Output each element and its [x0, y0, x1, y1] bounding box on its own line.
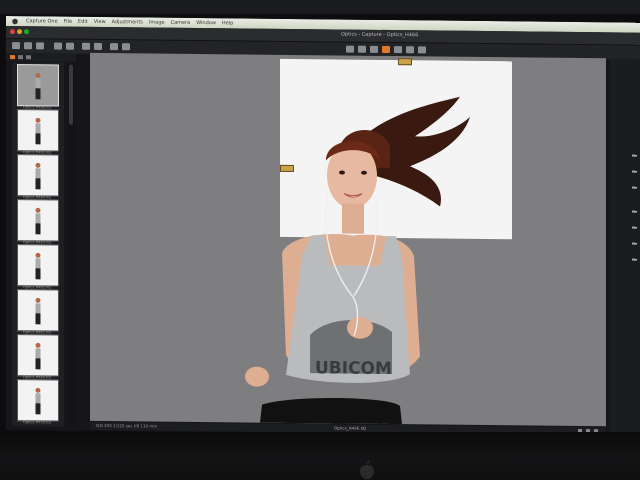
- panel-handle-icon[interactable]: [632, 170, 637, 173]
- picker-tool-icon[interactable]: [394, 46, 402, 54]
- camera-icon[interactable]: [24, 42, 32, 50]
- monitor-bezel-top: [0, 0, 640, 14]
- zoom-window-button[interactable]: [24, 29, 29, 35]
- thumbnail-figure: [35, 387, 41, 415]
- photo-preview: UBICOM: [245, 96, 470, 425]
- filmstrip-thumbnail[interactable]: [17, 379, 59, 422]
- menu-image[interactable]: Image: [149, 19, 165, 25]
- filmstrip: Optics_H466.IIQ Optics_H465.IIQ Optics_H46…: [12, 62, 64, 427]
- import-icon[interactable]: [12, 42, 20, 50]
- close-window-button[interactable]: [10, 29, 15, 35]
- crop-tool-icon[interactable]: [370, 45, 378, 53]
- minimize-window-button[interactable]: [17, 29, 22, 35]
- svg-text:UBICOM: UBICOM: [315, 358, 392, 379]
- eraser-tool-icon[interactable]: [418, 46, 426, 54]
- thumbnail-figure: [35, 117, 41, 145]
- rotate-right-icon[interactable]: [66, 42, 74, 50]
- filmstrip-thumbnail[interactable]: [17, 334, 59, 377]
- filmstrip-thumbnail[interactable]: [17, 109, 59, 152]
- monitor-bezel-bottom: [0, 432, 640, 480]
- capture-info: ISO 200 1/125 sec f/8 110 mm: [96, 422, 158, 429]
- thumbnail-label: Optics_H459.IIQ: [22, 420, 52, 425]
- rotate-left-icon[interactable]: [54, 42, 62, 50]
- thumbnail-figure: [35, 207, 41, 235]
- tool-tabs: [6, 53, 76, 62]
- undo-icon[interactable]: [110, 43, 118, 51]
- brush-tool-icon[interactable]: [406, 46, 414, 54]
- menu-help[interactable]: Help: [222, 20, 233, 26]
- apple-logo-icon: [360, 460, 374, 480]
- color-tab-icon[interactable]: [26, 55, 31, 60]
- filmstrip-scrollbar[interactable]: [68, 62, 74, 427]
- library-tab-icon[interactable]: [10, 55, 15, 60]
- image-viewer[interactable]: UBICOM: [90, 52, 606, 427]
- current-filename: Optics_H466.IIQ: [334, 425, 367, 431]
- panel-handle-icon[interactable]: [632, 226, 637, 229]
- right-tool-panel: [610, 58, 640, 435]
- panel-handle-icon[interactable]: [632, 210, 637, 213]
- capture-icon[interactable]: [36, 42, 44, 50]
- menu-camera[interactable]: Camera: [171, 20, 191, 26]
- menu-app-capture-one[interactable]: Capture One: [26, 18, 58, 24]
- panel-handle-icon[interactable]: [632, 258, 637, 261]
- grid-view-icon[interactable]: [82, 42, 90, 50]
- panel-handle-icon[interactable]: [632, 242, 637, 245]
- pan-tool-icon[interactable]: [346, 45, 354, 53]
- filmstrip-thumbnail[interactable]: [17, 289, 59, 332]
- guide-marker-top[interactable]: [398, 58, 412, 66]
- panel-handle-icon[interactable]: [632, 186, 637, 189]
- window-title: Optics - Capture - Optics_H466: [341, 31, 419, 39]
- filmstrip-thumbnail[interactable]: [17, 64, 59, 107]
- capture-tab-icon[interactable]: [18, 55, 23, 60]
- thumbnail-figure: [35, 162, 41, 190]
- apple-menu-icon[interactable]: [10, 17, 20, 25]
- zoom-tool-icon[interactable]: [358, 45, 366, 53]
- filmstrip-thumbnail[interactable]: [17, 154, 59, 197]
- menu-view[interactable]: View: [94, 19, 106, 25]
- straighten-tool-icon[interactable]: [382, 45, 390, 54]
- filmstrip-thumbnail[interactable]: [17, 244, 59, 287]
- thumbnail-figure: [35, 252, 41, 280]
- thumbnail-figure: [35, 342, 41, 370]
- thumbnail-figure: [35, 72, 41, 100]
- redo-icon[interactable]: [122, 43, 130, 51]
- screen: Capture One File Edit View Adjustments I…: [6, 16, 640, 437]
- guide-marker-left[interactable]: [280, 164, 294, 173]
- menu-window[interactable]: Window: [196, 20, 216, 26]
- panel-handle-icon[interactable]: [632, 154, 637, 157]
- filmstrip-thumbnail[interactable]: [17, 199, 59, 242]
- scrollbar-knob[interactable]: [69, 64, 73, 125]
- menu-file[interactable]: File: [64, 19, 72, 25]
- trash-icon[interactable]: [94, 42, 102, 51]
- menu-edit[interactable]: Edit: [78, 19, 88, 25]
- thumbnail-figure: [35, 297, 41, 325]
- menu-adjustments[interactable]: Adjustments: [112, 19, 143, 25]
